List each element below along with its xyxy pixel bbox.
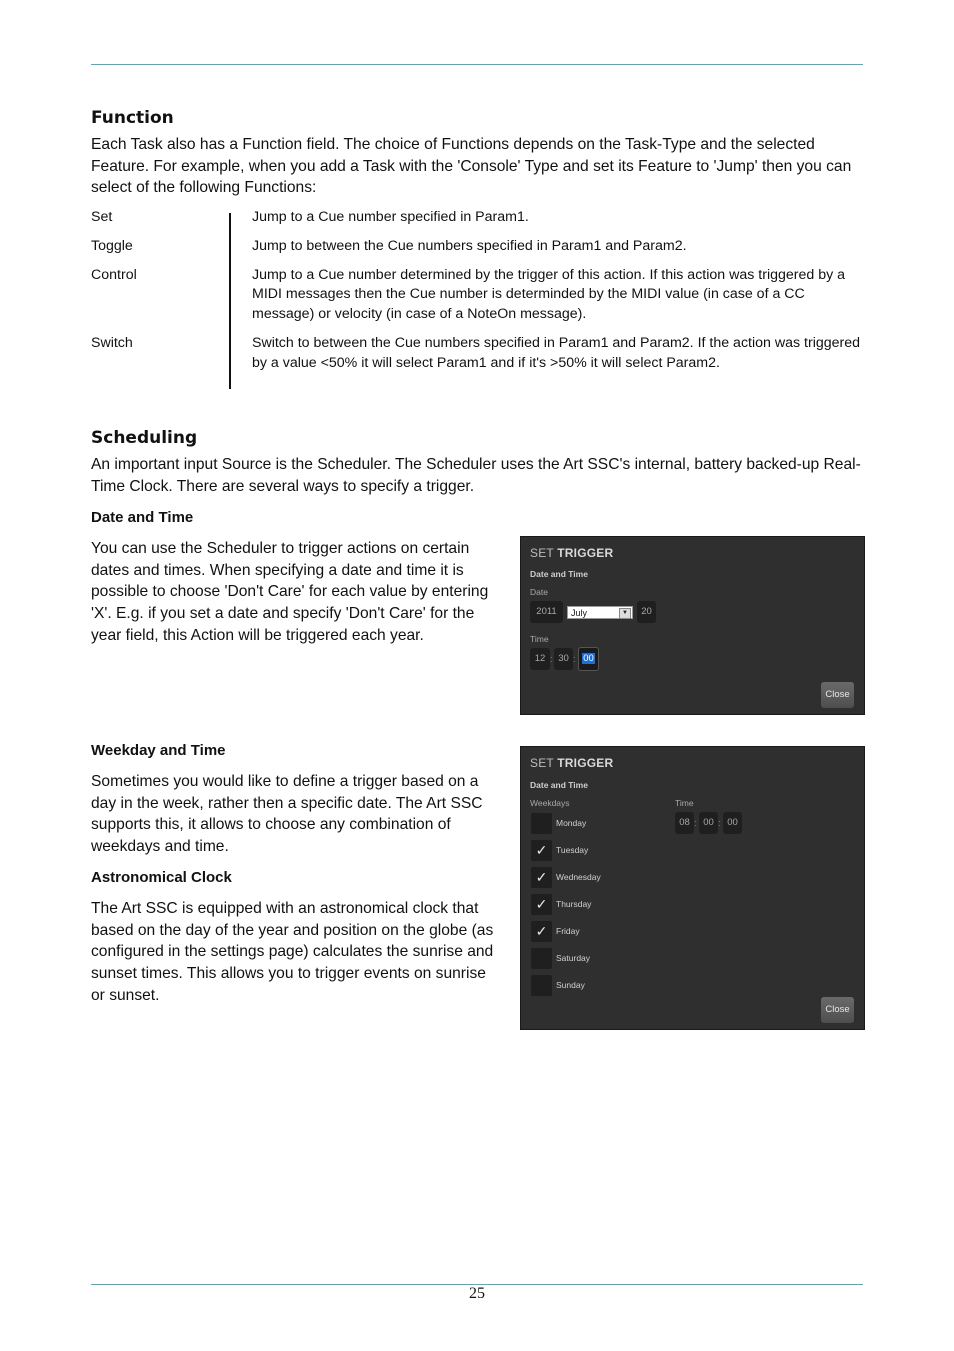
minute-field[interactable]: 30 [554, 648, 573, 670]
time-separator: : [718, 818, 721, 828]
weekday-checkbox-saturday[interactable] [531, 948, 552, 969]
year-field[interactable]: 2011 [530, 601, 563, 623]
weekday-checkbox-sunday[interactable] [531, 975, 552, 996]
dialog-title: SET TRIGGER [530, 756, 614, 770]
close-button[interactable]: Close [821, 682, 854, 708]
dialog-subtitle: Date and Time [530, 569, 588, 579]
function-name: Switch [91, 334, 133, 351]
function-row: Toggle Jump to between the Cue numbers s… [91, 237, 866, 257]
function-description: Jump to a Cue number determined by the t… [252, 266, 846, 323]
second-field-value: 00 [582, 653, 595, 664]
second-field[interactable]: 00 [723, 812, 742, 834]
checkmark-icon: ✓ [535, 842, 548, 858]
second-field[interactable]: 00 [578, 647, 599, 671]
weekday-label: Monday [556, 818, 587, 828]
weekday-time-text: Sometimes you would like to define a tri… [91, 773, 483, 856]
scheduling-intro: An important input Source is the Schedul… [91, 456, 861, 495]
time-separator: : [694, 818, 697, 828]
minute-field[interactable]: 00 [699, 812, 718, 834]
dialog-subtitle: Date and Time [530, 780, 588, 790]
weekday-label: Tuesday [556, 845, 589, 855]
weekday-time-heading: Weekday and Time [91, 742, 226, 759]
set-trigger-weekday-dialog: SET TRIGGER Date and Time Weekdays Time … [520, 746, 865, 1030]
date-label: Date [530, 587, 548, 597]
function-intro: Each Task also has a Function field. The… [91, 136, 852, 197]
set-trigger-date-dialog: SET TRIGGER Date and Time Date 2011 July… [520, 536, 865, 715]
function-row: Set Jump to a Cue number specified in Pa… [91, 208, 866, 228]
weekday-checkbox-tuesday[interactable]: ✓ [531, 840, 552, 861]
function-table: Set Jump to a Cue number specified in Pa… [91, 208, 866, 374]
dialog-title: SET TRIGGER [530, 546, 614, 560]
checkmark-icon: ✓ [535, 923, 548, 939]
month-select-value: July [571, 608, 588, 618]
weekday-label: Saturday [556, 953, 591, 963]
checkmark-icon: ✓ [535, 869, 548, 885]
chevron-down-icon[interactable]: ▼ [619, 608, 631, 619]
month-select[interactable]: July ▼ [567, 606, 633, 619]
function-row: Control Jump to a Cue number determined … [91, 266, 866, 325]
page-number: 25 [469, 1285, 485, 1302]
header-rule [91, 64, 863, 65]
time-separator: : [573, 654, 576, 664]
function-name: Control [91, 266, 137, 283]
function-description: Jump to between the Cue numbers specifie… [252, 237, 687, 254]
weekday-label: Thursday [556, 899, 592, 909]
weekday-checkbox-monday[interactable] [531, 813, 552, 834]
weekday-label: Friday [556, 926, 580, 936]
weekday-label: Wednesday [556, 872, 601, 882]
function-name: Toggle [91, 237, 133, 254]
close-button[interactable]: Close [821, 997, 854, 1023]
weekday-checkbox-friday[interactable]: ✓ [531, 921, 552, 942]
function-name: Set [91, 209, 113, 225]
checkmark-icon: ✓ [535, 896, 548, 912]
function-description: Switch to between the Cue numbers specif… [252, 334, 861, 371]
function-heading: Function [91, 108, 174, 128]
function-row: Switch Switch to between the Cue numbers… [91, 334, 866, 374]
function-description: Jump to a Cue number specified in Param1… [252, 209, 529, 225]
scheduling-heading: Scheduling [91, 428, 198, 448]
time-label: Time [530, 634, 549, 644]
time-label: Time [675, 798, 694, 808]
hour-field[interactable]: 12 [530, 648, 550, 670]
day-field[interactable]: 20 [637, 601, 656, 623]
date-time-heading: Date and Time [91, 509, 194, 526]
hour-field[interactable]: 08 [675, 812, 694, 834]
weekdays-label: Weekdays [530, 798, 570, 808]
weekday-checkbox-wednesday[interactable]: ✓ [531, 867, 552, 888]
date-time-text: You can use the Scheduler to trigger act… [91, 540, 489, 644]
weekday-checkbox-thursday[interactable]: ✓ [531, 894, 552, 915]
astronomical-clock-heading: Astronomical Clock [91, 869, 232, 886]
weekday-label: Sunday [556, 980, 585, 990]
time-separator: : [550, 654, 553, 664]
astronomical-clock-text: The Art SSC is equipped with an astronom… [91, 900, 494, 1004]
